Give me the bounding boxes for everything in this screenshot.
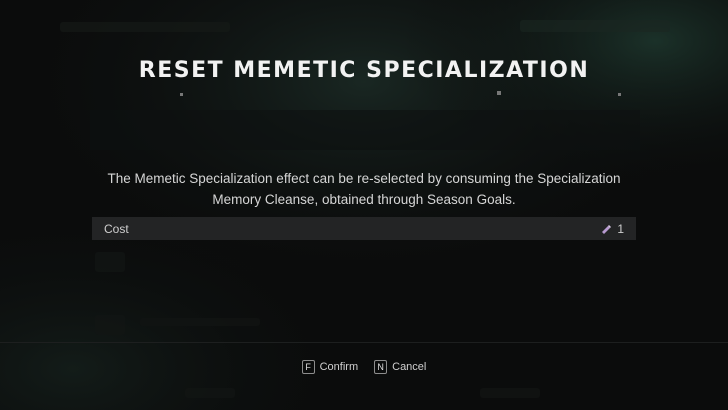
cancel-button[interactable]: N Cancel bbox=[374, 360, 426, 374]
confirm-key-hint: F bbox=[301, 360, 315, 374]
cost-label: Cost bbox=[104, 221, 129, 236]
cost-row: Cost 1 bbox=[92, 217, 636, 240]
footer-divider bbox=[0, 342, 728, 343]
confirm-label: Confirm bbox=[319, 361, 359, 373]
cost-value: 1 bbox=[617, 221, 624, 236]
title-divider bbox=[40, 91, 688, 96]
dialog-title: RESET MEMETIC SPECIALIZATION bbox=[138, 58, 590, 83]
action-bar: F Confirm N Cancel bbox=[0, 360, 728, 374]
confirm-button[interactable]: F Confirm bbox=[301, 360, 359, 374]
memory-cleanse-icon bbox=[602, 224, 612, 234]
cancel-label: Cancel bbox=[392, 361, 427, 373]
cancel-key-hint: N bbox=[374, 360, 388, 374]
cost-value-group: 1 bbox=[601, 222, 624, 236]
dialog-message: The Memetic Specialization effect can be… bbox=[107, 171, 621, 207]
